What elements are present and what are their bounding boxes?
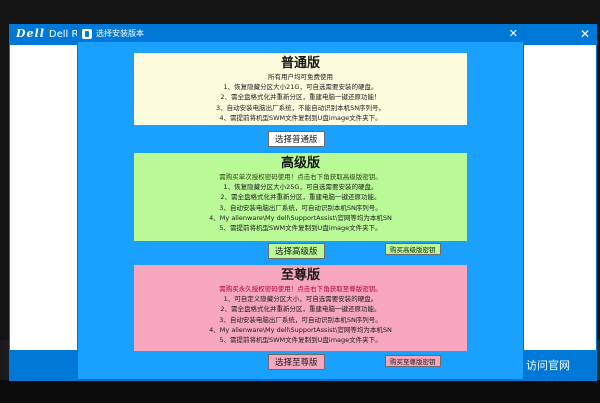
ultimate-edition-title: 至尊版	[280, 268, 320, 283]
advanced-line: 5、需提前将机型SWM文件复制到U盘image文件夹下。	[219, 224, 382, 233]
ultimate-line: 4、My alienware\My dell\SupportAssist\官网等…	[209, 325, 392, 334]
advanced-line: 需购买单次授权密码使用！点击右下角获取高级版密钥。	[219, 173, 382, 181]
advanced-edition-title: 高级版	[280, 156, 320, 171]
app-icon	[82, 29, 92, 39]
ultimate-line: 1、可自定义隐藏分区大小，可自选需要安装的硬盘。	[223, 295, 378, 304]
advanced-edition-panel: 高级版 需购买单次授权密码使用！点击右下角获取高级版密钥。 1、恢复隐藏分区大小…	[134, 153, 467, 241]
standard-line: 4、需提前将机型SWM文件复制到U盘image文件夹下。	[219, 113, 382, 122]
advanced-line: 4、My alienware\My dell\SupportAssist\官网等…	[209, 213, 392, 222]
buy-ultimate-key-button[interactable]: 购买至尊版密钥	[385, 355, 441, 367]
desktop-bottom-edge	[0, 380, 600, 403]
standard-line: 所有用户均可免费使用	[268, 73, 333, 81]
ultimate-line: 3、自动安装电脑出厂系统，可自动识别本机SN序列号。	[219, 315, 382, 324]
ultimate-edition-description: 需购买永久授权密码使用！点击右下角获取至尊版密钥。 1、可自定义隐藏分区大小，可…	[134, 284, 467, 345]
advanced-line: 1、恢复隐藏分区大小25G，可自选需要安装的硬盘。	[223, 183, 378, 192]
visit-official-site-button[interactable]: 访问官网	[526, 357, 570, 373]
advanced-edition-description: 需购买单次授权密码使用！点击右下角获取高级版密钥。 1、恢复隐藏分区大小25G，…	[134, 172, 467, 233]
dialog-titlebar: 选择安装版本 ✕	[78, 26, 523, 42]
select-advanced-button[interactable]: 选择高级版	[268, 243, 325, 259]
dialog-title: 选择安装版本	[96, 29, 144, 38]
standard-edition-title: 普通版	[280, 56, 320, 71]
buy-advanced-key-button[interactable]: 购买高级版密钥	[385, 243, 441, 255]
main-window-logo-text: Dell	[16, 27, 45, 40]
advanced-line: 2、需全盘格式化并重新分区，重建电脑一键还原功能。	[220, 193, 381, 202]
standard-edition-description: 所有用户均可免费使用 1、恢复隐藏分区大小21G，可自选需要安装的硬盘。 2、需…	[134, 72, 467, 123]
select-ultimate-button[interactable]: 选择至尊版	[268, 354, 325, 370]
dialog-close-icon[interactable]: ✕	[509, 26, 518, 41]
main-close-icon[interactable]: ✕	[580, 27, 590, 41]
ultimate-line: 5、需提前将机型SWM文件复制到U盘image文件夹下。	[219, 336, 382, 345]
standard-edition-panel: 普通版 所有用户均可免费使用 1、恢复隐藏分区大小21G，可自选需要安装的硬盘。…	[134, 53, 467, 125]
standard-line: 1、恢复隐藏分区大小21G，可自选需要安装的硬盘。	[223, 83, 378, 92]
standard-line: 3、自动安装电脑出厂系统，不能自动识别本机SN序列号。	[215, 103, 386, 112]
ultimate-line: 2、需全盘格式化并重新分区，重建电脑一键还原功能。	[220, 305, 381, 314]
version-select-dialog: 选择安装版本 ✕ 普通版 所有用户均可免费使用 1、恢复隐藏分区大小21G，可自…	[77, 25, 524, 380]
standard-line: 2、需全盘格式化并重新分区，重建电脑一键还原功能！	[220, 93, 381, 102]
ultimate-edition-panel: 至尊版 需购买永久授权密码使用！点击右下角获取至尊版密钥。 1、可自定义隐藏分区…	[134, 265, 467, 351]
ultimate-line: 需购买永久授权密码使用！点击右下角获取至尊版密钥。	[219, 285, 382, 293]
advanced-line: 3、自动安装电脑出厂系统，可自动识别本机SN序列号。	[219, 203, 382, 212]
select-standard-button[interactable]: 选择普通版	[268, 131, 325, 147]
